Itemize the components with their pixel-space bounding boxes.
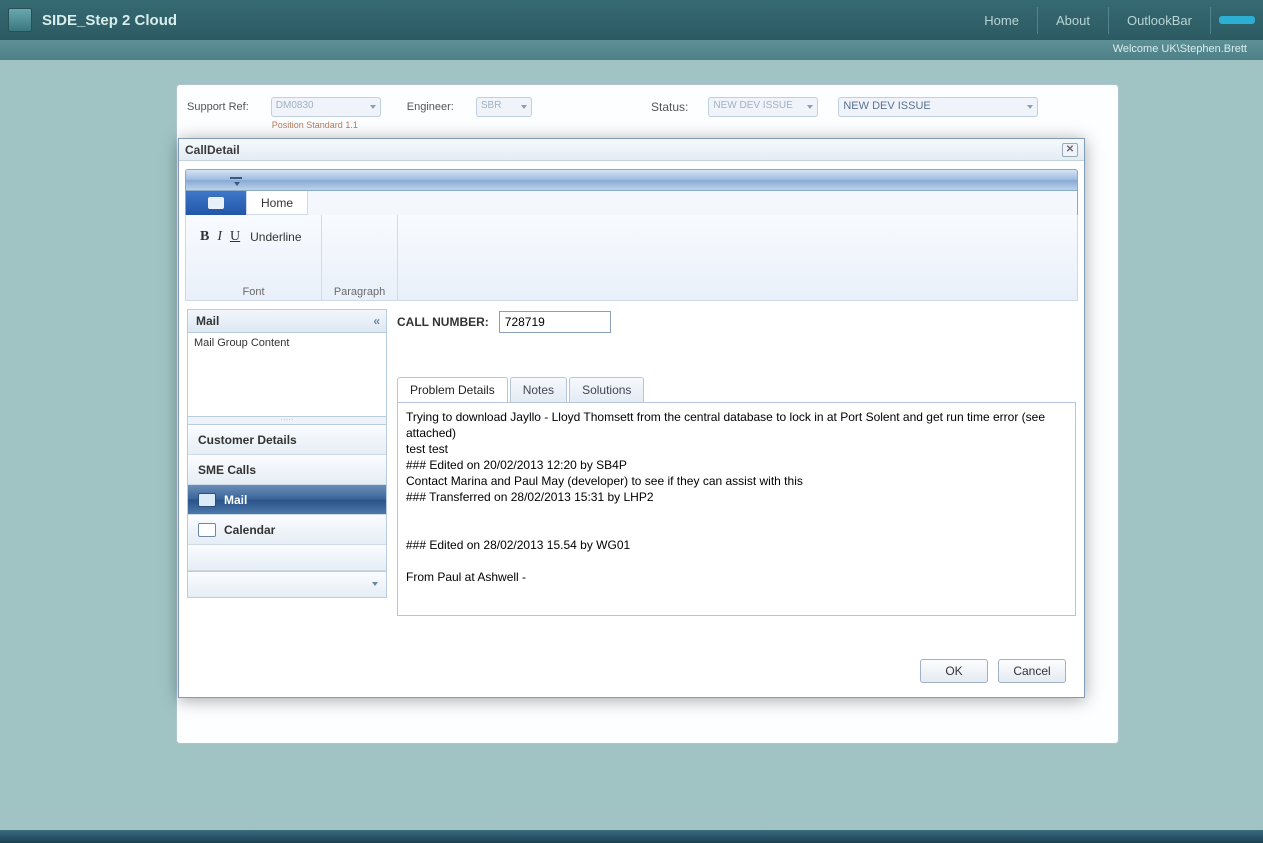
- nav-calendar[interactable]: Calendar: [188, 515, 386, 545]
- engineer-combo[interactable]: SBR: [476, 97, 532, 117]
- underline-button[interactable]: U: [230, 229, 240, 245]
- side-nav-content: Mail Group Content: [187, 333, 387, 417]
- support-ref-label: Support Ref:: [187, 101, 249, 113]
- ribbon-file-tab[interactable]: [186, 191, 246, 215]
- top-nav: Home About OutlookBar: [966, 7, 1255, 34]
- ribbon-quickaccess: [185, 169, 1078, 191]
- ribbon-group-font-label: Font: [186, 286, 321, 298]
- underline-label: Underline: [248, 230, 301, 244]
- modal-titlebar[interactable]: CallDetail ✕: [179, 139, 1084, 161]
- status-select-value: NEW DEV ISSUE: [843, 100, 930, 112]
- nav-item-label: Calendar: [224, 523, 275, 537]
- collapse-icon[interactable]: «: [373, 314, 378, 328]
- ribbon-home-tab[interactable]: Home: [246, 191, 308, 215]
- side-nav-splitter[interactable]: ·····: [187, 417, 387, 425]
- app-title: SIDE_Step 2 Cloud: [42, 12, 177, 29]
- tab-solutions[interactable]: Solutions: [569, 377, 644, 402]
- nav-item-label: Customer Details: [198, 433, 297, 447]
- tab-problem-details[interactable]: Problem Details: [397, 377, 508, 402]
- nav-home[interactable]: Home: [966, 7, 1038, 34]
- calldetail-modal: CallDetail ✕ Home B I U Underline: [178, 138, 1085, 698]
- tab-notes[interactable]: Notes: [510, 377, 567, 402]
- nav-empty-slot: [188, 545, 386, 571]
- nav-action-button[interactable]: [1219, 16, 1255, 24]
- bold-button[interactable]: B: [200, 229, 209, 245]
- nav-overflow[interactable]: [187, 572, 387, 598]
- support-ref-combo[interactable]: DM0830 Position Standard 1.1: [271, 97, 381, 117]
- engineer-value: SBR: [481, 100, 502, 111]
- status-label: Status:: [651, 100, 688, 114]
- italic-button[interactable]: I: [217, 229, 222, 245]
- main-pane: CALL NUMBER: Problem Details Notes Solut…: [397, 309, 1076, 679]
- side-nav-title: Mail: [196, 314, 219, 328]
- app-icon: [8, 8, 32, 32]
- ribbon-group-paragraph-label: Paragraph: [322, 286, 397, 298]
- mail-icon: [198, 493, 216, 507]
- status-value: NEW DEV ISSUE: [713, 100, 792, 111]
- call-number-label: CALL NUMBER:: [397, 315, 489, 329]
- status-readonly: NEW DEV ISSUE: [708, 97, 818, 117]
- support-ref-value: DM0830: [276, 100, 314, 111]
- nav-customer-details[interactable]: Customer Details: [188, 425, 386, 455]
- calendar-icon: [198, 523, 216, 537]
- status-bar: [0, 830, 1263, 843]
- close-icon[interactable]: ✕: [1062, 143, 1078, 157]
- nav-about[interactable]: About: [1038, 7, 1109, 34]
- nav-item-label: Mail: [224, 493, 247, 507]
- problem-details-panel: [397, 402, 1076, 616]
- app-header: SIDE_Step 2 Cloud Home About OutlookBar: [0, 0, 1263, 40]
- quickaccess-dropdown-icon[interactable]: [230, 174, 244, 188]
- nav-item-label: SME Calls: [198, 463, 256, 477]
- support-ref-version: Position Standard 1.1: [272, 120, 358, 130]
- problem-details-textarea[interactable]: [398, 403, 1055, 615]
- nav-sme-calls[interactable]: SME Calls: [188, 455, 386, 485]
- status-select[interactable]: NEW DEV ISSUE: [838, 97, 1038, 117]
- ribbon: Home B I U Underline Font Paragraph: [179, 161, 1084, 301]
- nav-mail[interactable]: Mail: [188, 485, 386, 515]
- call-number-input[interactable]: [499, 311, 611, 333]
- nav-outlookbar[interactable]: OutlookBar: [1109, 7, 1211, 34]
- side-nav-header[interactable]: Mail «: [187, 309, 387, 333]
- welcome-bar: Welcome UK\Stephen.Brett: [0, 40, 1263, 60]
- ribbon-tabs: Home: [185, 191, 1078, 215]
- file-icon: [208, 197, 224, 209]
- ok-button[interactable]: OK: [920, 659, 988, 683]
- side-nav: Mail « Mail Group Content ····· Customer…: [187, 309, 387, 679]
- engineer-label: Engineer:: [407, 101, 454, 113]
- modal-title: CallDetail: [185, 143, 240, 157]
- cancel-button[interactable]: Cancel: [998, 659, 1066, 683]
